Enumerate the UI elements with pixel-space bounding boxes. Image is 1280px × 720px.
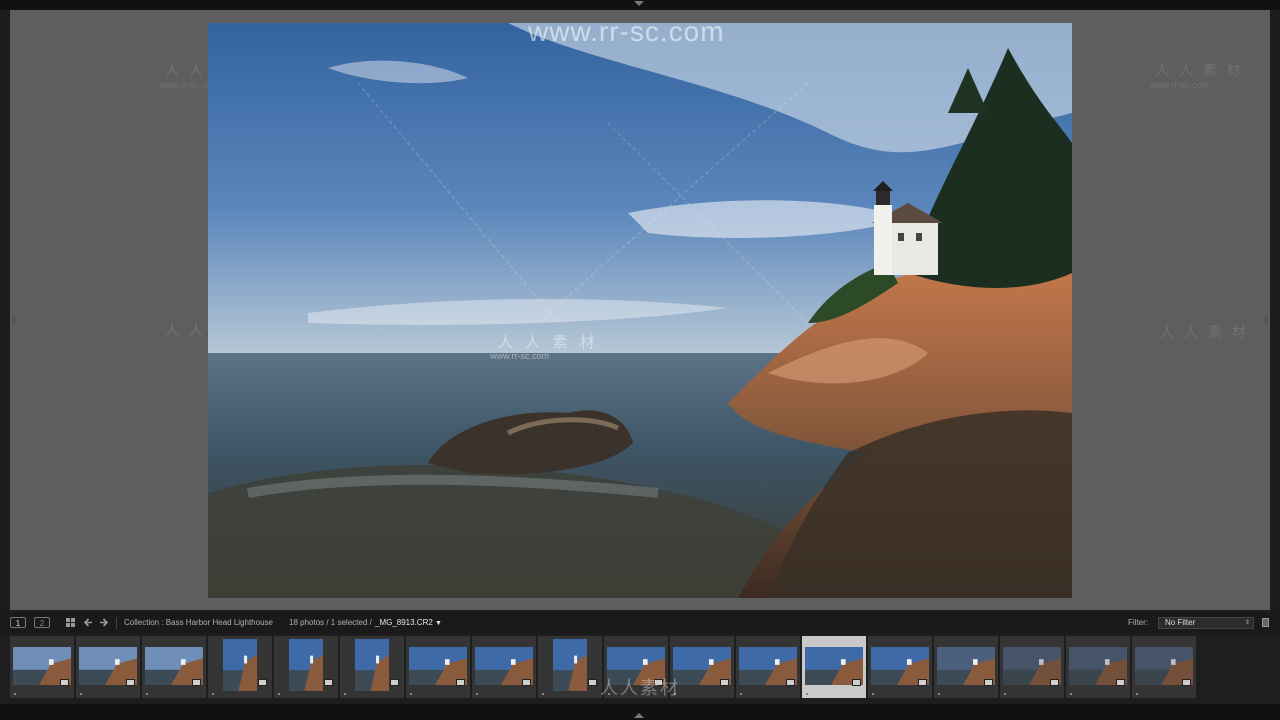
rating-dot	[410, 693, 412, 695]
previous-arrow-icon[interactable]	[83, 618, 93, 631]
filmstrip-cell[interactable]	[472, 636, 536, 698]
filter-lock-icon[interactable]	[1262, 618, 1269, 627]
collection-badge-icon	[324, 679, 333, 686]
rating-dot	[146, 693, 148, 695]
collection-badge-icon	[522, 679, 531, 686]
filmstrip-cell[interactable]	[538, 636, 602, 698]
filmstrip-cell[interactable]	[274, 636, 338, 698]
watermark-logo: 人人素材	[600, 678, 680, 698]
rating-dot	[1070, 693, 1072, 695]
rating-dot	[278, 693, 280, 695]
main-photo[interactable]: www.rr-sc.com 人 人 素 材 www.rr-sc.com	[208, 23, 1072, 598]
rating-dot	[938, 693, 940, 695]
photo-thumbnail	[223, 639, 257, 691]
rating-dot	[212, 693, 214, 695]
top-panel-bar	[0, 0, 1280, 10]
collection-badge-icon	[126, 679, 135, 686]
filmstrip-cell[interactable]	[208, 636, 272, 698]
rating-dot	[542, 693, 544, 695]
collection-badge-icon	[588, 679, 597, 686]
rating-dot	[806, 693, 808, 695]
chevron-down-icon: ▼	[435, 620, 442, 627]
collection-badge-icon	[192, 679, 201, 686]
filter-label: Filter:	[1128, 618, 1148, 627]
bottom-panel-bar: 人人素材	[0, 678, 1280, 720]
filmstrip-cell[interactable]	[802, 636, 866, 698]
photo-thumbnail	[355, 639, 389, 691]
collection-badge-icon	[984, 679, 993, 686]
loupe-view: 人 人 素 材 www.rr-sc.com 人 人 素 材 www.rr-sc.…	[10, 10, 1270, 610]
filmstrip-toolbar: 1 2 Collection : Bass Harbor Head Lighth…	[0, 612, 1280, 634]
filmstrip-cell[interactable]	[868, 636, 932, 698]
filmstrip-cell[interactable]	[142, 636, 206, 698]
filmstrip-cell[interactable]	[934, 636, 998, 698]
show-right-panel-arrow-icon[interactable]	[1263, 315, 1268, 325]
filter-value: No Filter	[1165, 618, 1196, 627]
collection-badge-icon	[918, 679, 927, 686]
secondary-window-button[interactable]: 2	[34, 617, 50, 628]
watermark-diagonals	[357, 82, 809, 324]
filter-select[interactable]: No Filter ⇕	[1158, 617, 1254, 629]
collection-badge-icon	[1050, 679, 1059, 686]
collection-badge-icon	[390, 679, 399, 686]
filename-dropdown[interactable]: _MG_8913.CR2 ▼	[375, 616, 442, 629]
show-top-panel-arrow-icon[interactable]	[634, 1, 644, 6]
collection-badge-icon	[852, 679, 861, 686]
photo-thumbnail	[553, 639, 587, 691]
collection-badge-icon	[720, 679, 729, 686]
rating-dot	[1136, 693, 1138, 695]
collection-badge-icon	[258, 679, 267, 686]
collection-badge-icon	[1116, 679, 1125, 686]
rating-dot	[344, 693, 346, 695]
next-arrow-icon[interactable]	[99, 618, 109, 631]
rating-dot	[740, 693, 742, 695]
collection-badge-icon	[60, 679, 69, 686]
collection-badge-icon	[456, 679, 465, 686]
filmstrip-cell[interactable]	[10, 636, 74, 698]
grid-view-icon[interactable]	[66, 618, 76, 627]
photo-count-label: 18 photos / 1 selected /	[289, 618, 372, 627]
show-bottom-panel-arrow-icon[interactable]	[634, 713, 644, 718]
collection-badge-icon	[1182, 679, 1191, 686]
watermark-cn: 人 人 素 材	[1155, 62, 1244, 78]
filmstrip-cell[interactable]	[736, 636, 800, 698]
photo-thumbnail	[289, 639, 323, 691]
filmstrip-cell[interactable]	[406, 636, 470, 698]
filmstrip-cell[interactable]	[76, 636, 140, 698]
updown-icon: ⇕	[1244, 620, 1250, 626]
collection-badge-icon	[786, 679, 795, 686]
filmstrip-cell[interactable]	[340, 636, 404, 698]
rating-dot	[1004, 693, 1006, 695]
filename-label: _MG_8913.CR2	[375, 618, 433, 627]
collection-source-label[interactable]: Collection : Bass Harbor Head Lighthouse	[124, 616, 273, 629]
watermark-cn: 人 人 素 材	[1160, 324, 1249, 340]
rating-dot	[476, 693, 478, 695]
filmstrip-cell[interactable]	[1066, 636, 1130, 698]
rating-dot	[80, 693, 82, 695]
primary-window-button[interactable]: 1	[10, 617, 26, 628]
rating-dot	[14, 693, 16, 695]
show-left-panel-arrow-icon[interactable]	[12, 315, 17, 325]
watermark-url: www.rr-sc.com	[1150, 80, 1209, 90]
filmstrip-cell[interactable]	[1132, 636, 1196, 698]
rating-dot	[872, 693, 874, 695]
toolbar-divider	[116, 617, 117, 629]
filmstrip-cell[interactable]	[1000, 636, 1064, 698]
